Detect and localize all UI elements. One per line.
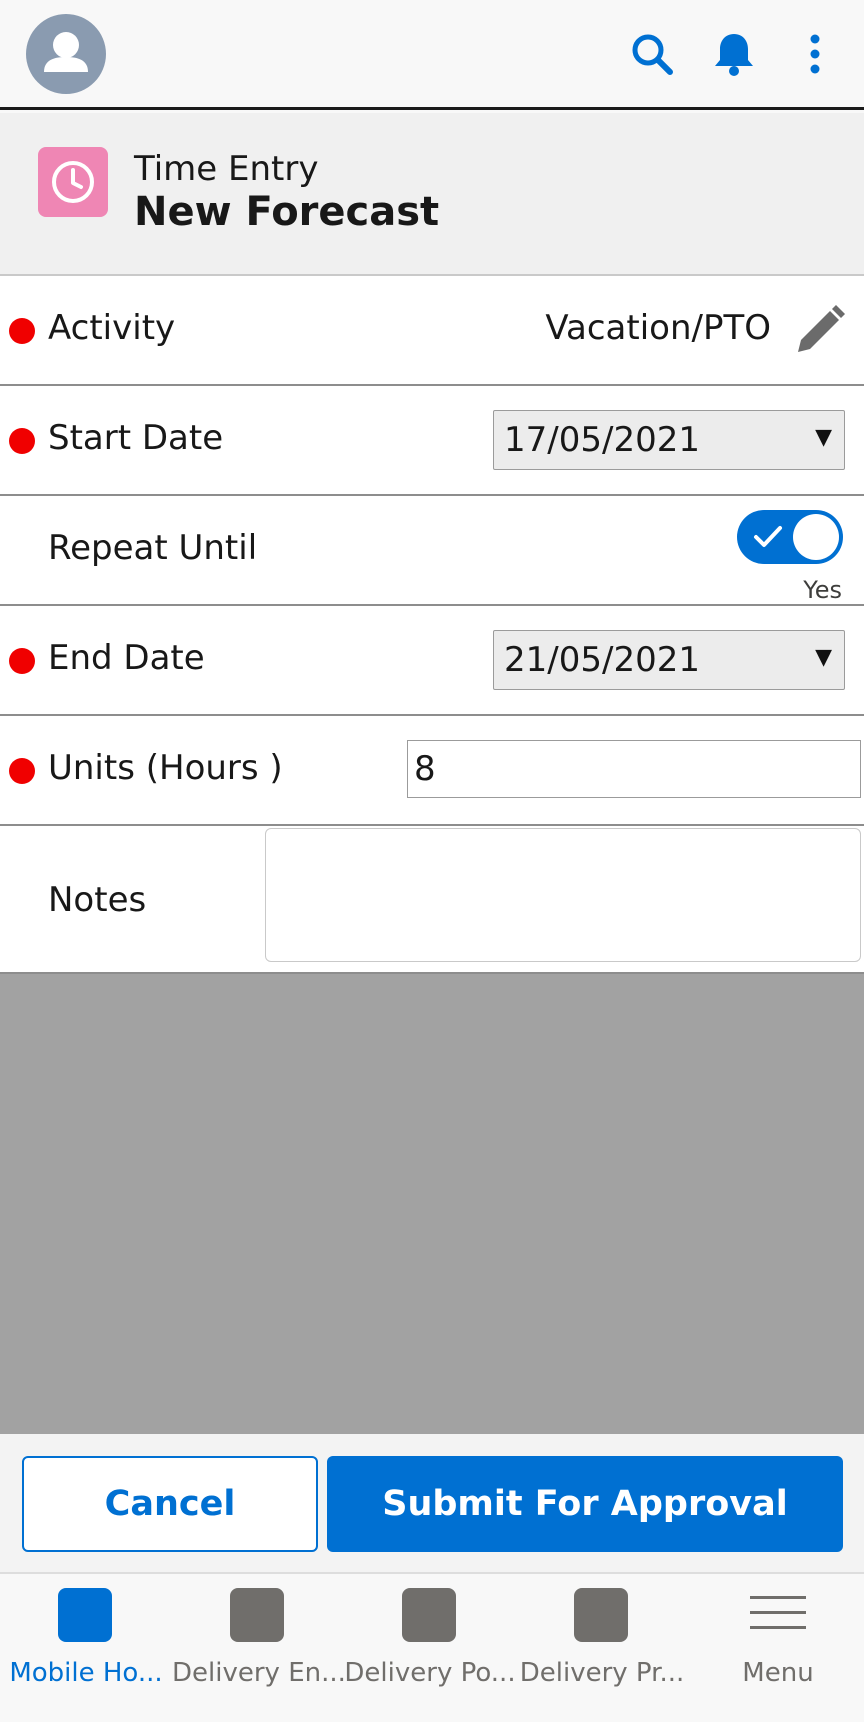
bell-icon[interactable]: [704, 24, 764, 84]
start-date-label: Start Date: [48, 418, 224, 458]
app-tile-icon: [58, 1588, 112, 1642]
nav-item-label: Menu: [742, 1658, 814, 1688]
nav-item-label: Mobile Ho...: [9, 1658, 163, 1688]
start-date-value: 17/05/2021: [504, 420, 700, 460]
cancel-button[interactable]: Cancel: [22, 1456, 318, 1552]
app-tile-icon: [230, 1588, 284, 1642]
units-row: Units (Hours ) 8: [0, 716, 864, 826]
end-date-select[interactable]: 21/05/2021 ▼: [493, 630, 845, 690]
required-indicator: [9, 648, 35, 674]
repeat-until-toggle[interactable]: [737, 510, 843, 564]
units-input[interactable]: 8: [407, 740, 861, 798]
required-indicator: [9, 758, 35, 784]
nav-item-menu[interactable]: Menu: [692, 1574, 864, 1722]
app-tile-icon: [574, 1588, 628, 1642]
submit-for-approval-button[interactable]: Submit For Approval: [327, 1456, 843, 1552]
empty-content-area: [0, 974, 864, 1434]
notes-textarea[interactable]: [265, 828, 861, 962]
required-indicator: [9, 428, 35, 454]
units-label: Units (Hours ): [48, 748, 283, 788]
nav-item-label: Delivery En...: [172, 1658, 344, 1688]
end-date-row: End Date 21/05/2021 ▼: [0, 606, 864, 716]
search-icon[interactable]: [622, 24, 682, 84]
edit-pencil-icon[interactable]: [792, 304, 846, 358]
end-date-value: 21/05/2021: [504, 640, 700, 680]
activity-value[interactable]: Vacation/PTO: [545, 308, 771, 348]
more-vertical-icon[interactable]: [785, 24, 845, 84]
clock-icon: [38, 147, 108, 217]
bottom-nav: Mobile Ho... Delivery En... Delivery Po.…: [0, 1572, 864, 1722]
repeat-until-row: Repeat Until Yes: [0, 496, 864, 606]
notes-row: Notes: [0, 826, 864, 974]
nav-item-label: Delivery Pr...: [519, 1658, 685, 1688]
top-bar: [0, 0, 864, 110]
start-date-select[interactable]: 17/05/2021 ▼: [493, 410, 845, 470]
required-indicator: [9, 318, 35, 344]
activity-row: Activity Vacation/PTO: [0, 276, 864, 386]
object-name: Time Entry: [134, 149, 319, 189]
end-date-label: End Date: [48, 638, 205, 678]
app-tile-icon: [402, 1588, 456, 1642]
avatar-icon[interactable]: [26, 14, 106, 94]
caret-down-icon: ▼: [815, 645, 832, 670]
repeat-until-label: Repeat Until: [48, 528, 258, 568]
activity-label: Activity: [48, 308, 176, 348]
nav-item-label: Delivery Po...: [344, 1658, 516, 1688]
nav-item-mobile-home[interactable]: Mobile Ho...: [0, 1574, 172, 1722]
toggle-knob: [793, 514, 839, 560]
nav-item-delivery-po[interactable]: Delivery Po...: [344, 1574, 516, 1722]
nav-item-delivery-pr[interactable]: Delivery Pr...: [516, 1574, 688, 1722]
hamburger-menu-icon: [750, 1596, 806, 1641]
action-footer: Cancel Submit For Approval: [0, 1434, 864, 1572]
toggle-caption: Yes: [803, 576, 842, 604]
checkmark-icon: [754, 526, 782, 547]
start-date-row: Start Date 17/05/2021 ▼: [0, 386, 864, 496]
nav-item-delivery-en[interactable]: Delivery En...: [172, 1574, 344, 1722]
record-header: Time Entry New Forecast: [0, 113, 864, 276]
page-title: New Forecast: [134, 189, 440, 235]
caret-down-icon: ▼: [815, 425, 832, 450]
notes-label: Notes: [48, 880, 147, 920]
